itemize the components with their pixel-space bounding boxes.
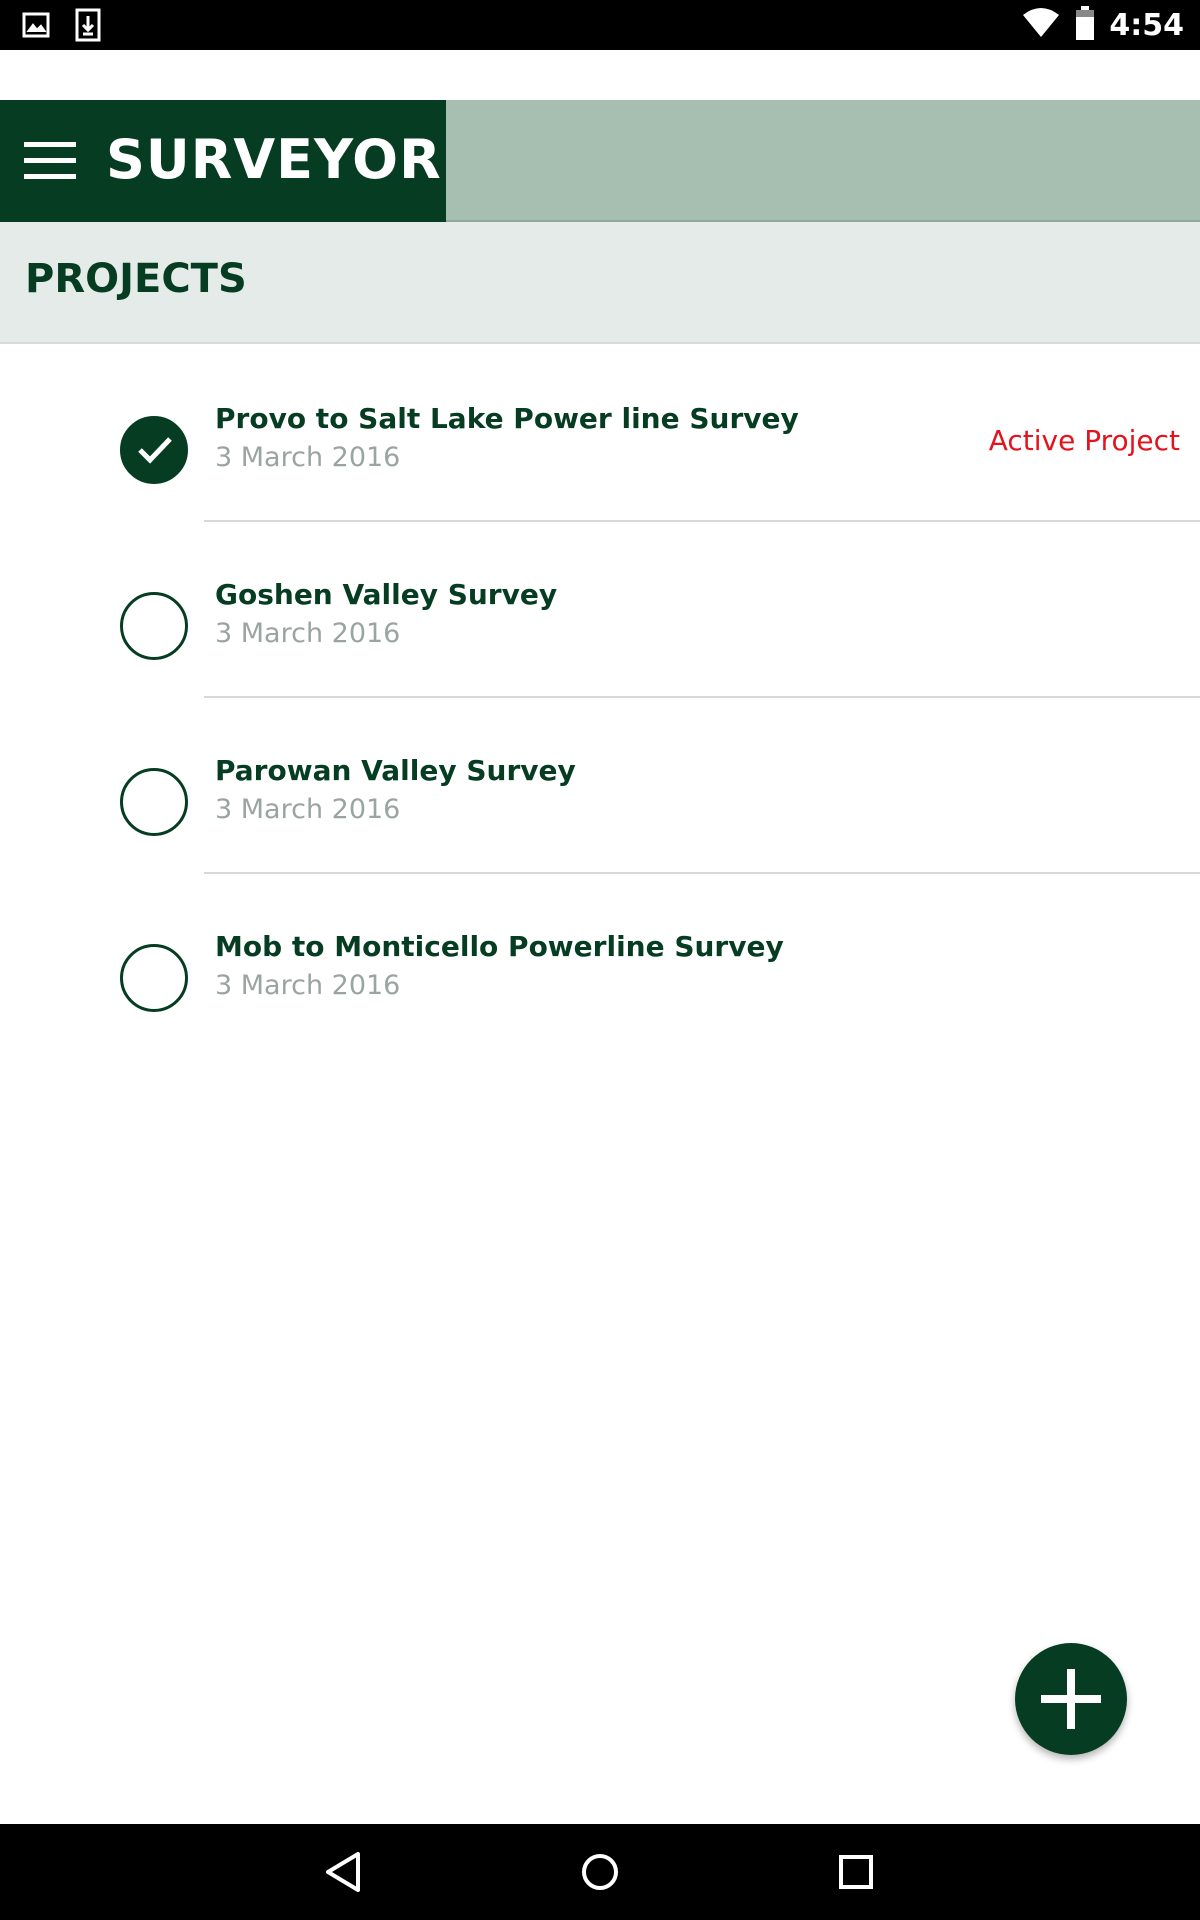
- section-header: PROJECTS: [0, 222, 1200, 344]
- navigation-bar: [0, 1824, 1200, 1920]
- project-date: 3 March 2016: [215, 442, 401, 473]
- project-name: Parowan Valley Survey: [215, 754, 576, 787]
- project-date: 3 March 2016: [215, 794, 401, 825]
- radio-icon[interactable]: [120, 592, 188, 660]
- download-notification-icon: [74, 8, 102, 42]
- project-name: Mob to Monticello Powerline Survey: [215, 930, 784, 963]
- app-brand: SURVEYOR: [0, 100, 446, 222]
- selected-radio-icon[interactable]: [120, 416, 188, 484]
- project-name: Provo to Salt Lake Power line Survey: [215, 402, 799, 435]
- wifi-icon: [1021, 7, 1061, 44]
- image-notification-icon: [22, 8, 50, 42]
- project-date: 3 March 2016: [215, 970, 401, 1001]
- project-row[interactable]: Parowan Valley Survey 3 March 2016: [0, 698, 1200, 874]
- recents-icon[interactable]: [832, 1848, 880, 1896]
- hamburger-menu-icon[interactable]: [24, 136, 76, 186]
- project-row[interactable]: Provo to Salt Lake Power line Survey 3 M…: [0, 346, 1200, 522]
- active-project-label: Active Project: [988, 424, 1180, 457]
- back-icon[interactable]: [320, 1848, 368, 1896]
- project-name: Goshen Valley Survey: [215, 578, 558, 611]
- app-bar: SURVEYOR: [0, 100, 1200, 222]
- status-bar: 4:54: [0, 0, 1200, 50]
- home-icon[interactable]: [576, 1848, 624, 1896]
- radio-icon[interactable]: [120, 768, 188, 836]
- app-title: SURVEYOR: [106, 128, 442, 191]
- battery-icon: [1075, 5, 1095, 45]
- plus-icon: [1041, 1669, 1101, 1729]
- screen: 4:54 SURVEYOR PROJECTS Provo to Salt Lak…: [0, 0, 1200, 1920]
- section-title: PROJECTS: [25, 256, 247, 302]
- app-bar-fill: [446, 100, 1200, 222]
- project-row[interactable]: Mob to Monticello Powerline Survey 3 Mar…: [0, 874, 1200, 1050]
- project-date: 3 March 2016: [215, 618, 401, 649]
- project-row[interactable]: Goshen Valley Survey 3 March 2016: [0, 522, 1200, 698]
- radio-icon[interactable]: [120, 944, 188, 1012]
- add-project-button[interactable]: [1015, 1643, 1127, 1755]
- status-time: 4:54: [1109, 7, 1184, 43]
